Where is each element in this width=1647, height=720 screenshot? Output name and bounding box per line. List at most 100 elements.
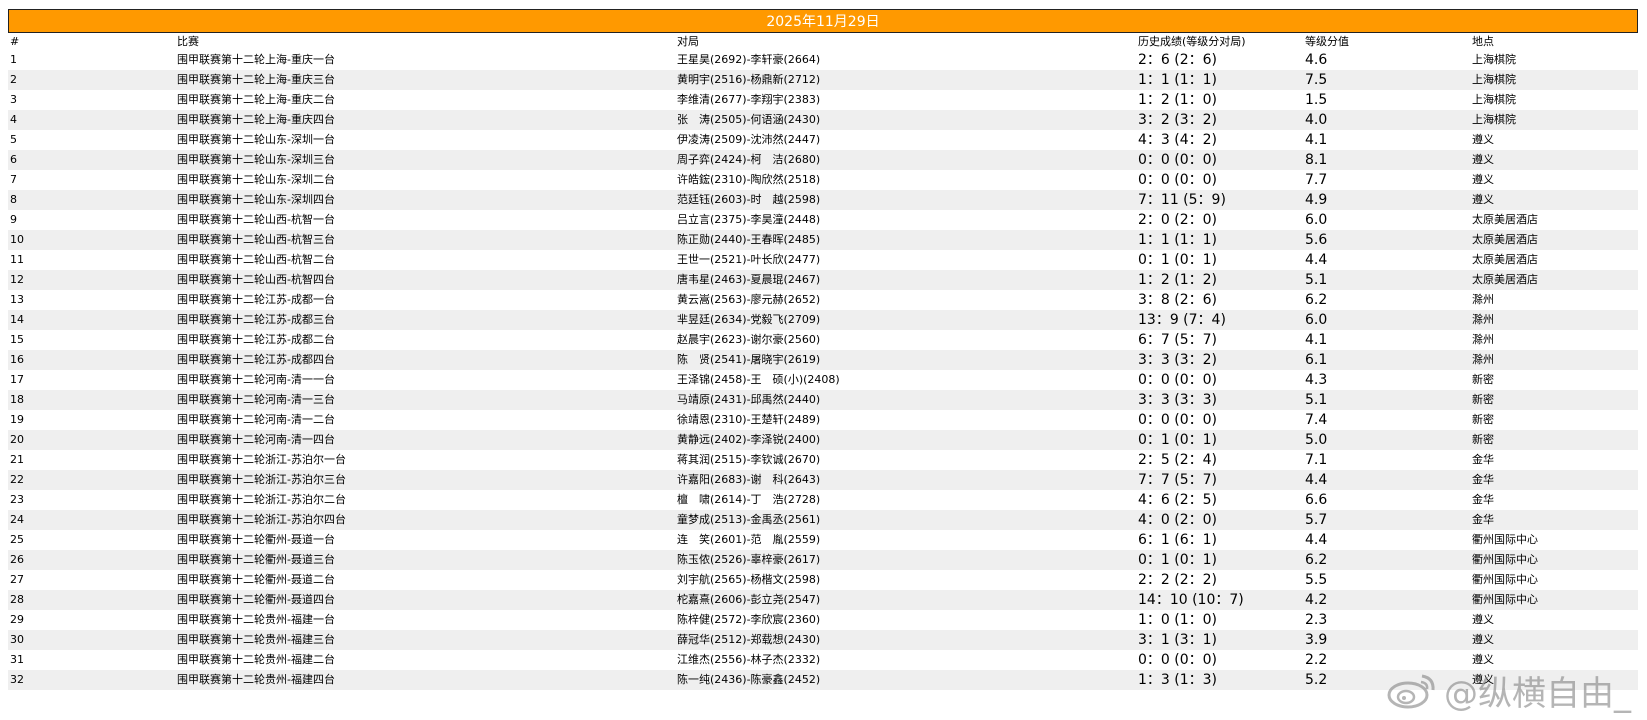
cell-location: 遵义 — [1470, 130, 1638, 150]
cell-location: 衢州国际中心 — [1470, 570, 1638, 590]
cell-num: 28 — [8, 590, 175, 610]
cell-num: 1 — [8, 50, 175, 70]
table-row: 12 围甲联赛第十二轮山西-杭智四台 唐韦星(2463)-夏晨琨(2467) 1：2 … — [8, 270, 1638, 290]
cell-match: 围甲联赛第十二轮上海-重庆三台 — [175, 70, 675, 90]
cell-diff: 7.5 — [1303, 70, 1470, 90]
cell-history: 1：0 (1：0) — [1136, 610, 1303, 630]
cell-location: 遵义 — [1470, 150, 1638, 170]
table-row: 25 围甲联赛第十二轮衢州-聂道一台连 笑(2601)-范 胤(2559) 6：1 … — [8, 530, 1638, 550]
cell-history: 4：6 (2：5) — [1136, 490, 1303, 510]
cell-num: 5 — [8, 130, 175, 150]
table-row: 18 围甲联赛第十二轮河南-清一三台 马靖原(2431)-邱禹然(2440) 3：3 … — [8, 390, 1638, 410]
cell-diff: 5.1 — [1303, 390, 1470, 410]
header-location: 地点 — [1470, 33, 1638, 50]
table-row: 29 围甲联赛第十二轮贵州-福建一台 陈梓健(2572)-李欣宸(2360) 1：0 … — [8, 610, 1638, 630]
table-row: 11 围甲联赛第十二轮山西-杭智二台 王世一(2521)-叶长欣(2477) 0：1 … — [8, 250, 1638, 270]
cell-match: 围甲联赛第十二轮山西-杭智四台 — [175, 270, 675, 290]
cell-history: 2：2 (2：2) — [1136, 570, 1303, 590]
cell-game: 柁嘉熹(2606)-彭立尧(2547) — [675, 590, 1136, 610]
table-row: 1 围甲联赛第十二轮上海-重庆一台 王星昊(2692)-李轩豪(2664) 2：6 (… — [8, 50, 1638, 70]
cell-diff: 5.1 — [1303, 270, 1470, 290]
cell-match: 围甲联赛第十二轮江苏-成都四台 — [175, 350, 675, 370]
cell-game: 薛冠华(2512)-郑载想(2430) — [675, 630, 1136, 650]
cell-history: 13：9 (7：4) — [1136, 310, 1303, 330]
table-row: 13 围甲联赛第十二轮江苏-成都一台 黄云嵩(2563)-廖元赫(2652) 3：8 … — [8, 290, 1638, 310]
cell-history: 2：0 (2：0) — [1136, 210, 1303, 230]
table-row: 17 围甲联赛第十二轮河南-清一一台 王泽锦(2458)-王 硕(小)(2408) 0… — [8, 370, 1638, 390]
cell-location: 金华 — [1470, 450, 1638, 470]
cell-history: 0：0 (0：0) — [1136, 410, 1303, 430]
cell-diff: 5.7 — [1303, 510, 1470, 530]
cell-location: 遵义 — [1470, 170, 1638, 190]
cell-location: 上海棋院 — [1470, 90, 1638, 110]
cell-diff: 4.1 — [1303, 130, 1470, 150]
cell-history: 0：1 (0：1) — [1136, 550, 1303, 570]
cell-num: 11 — [8, 250, 175, 270]
table-row: 20 围甲联赛第十二轮河南-清一四台 黄静远(2402)-李泽锐(2400) 0：1 … — [8, 430, 1638, 450]
cell-match: 围甲联赛第十二轮浙江-苏泊尔一台 — [175, 450, 675, 470]
cell-match: 围甲联赛第十二轮江苏-成都一台 — [175, 290, 675, 310]
cell-location: 新密 — [1470, 430, 1638, 450]
cell-match: 围甲联赛第十二轮上海-重庆四台 — [175, 110, 675, 130]
table-row: 6 围甲联赛第十二轮山东-深圳三台 周子弈(2424)-柯 洁(2680) 0：0 (… — [8, 150, 1638, 170]
cell-history: 0：1 (0：1) — [1136, 430, 1303, 450]
cell-num: 32 — [8, 670, 175, 690]
table-row: 7 围甲联赛第十二轮山东-深圳二台 许皓鋐(2310)-陶欣然(2518) 0：0 (… — [8, 170, 1638, 190]
cell-diff: 6.0 — [1303, 210, 1470, 230]
cell-game: 徐靖恩(2310)-王楚轩(2489) — [675, 410, 1136, 430]
cell-location: 太原美居酒店 — [1470, 250, 1638, 270]
cell-game: 童梦成(2513)-金禹丞(2561) — [675, 510, 1136, 530]
cell-diff: 5.2 — [1303, 670, 1470, 690]
cell-num: 4 — [8, 110, 175, 130]
cell-location: 金华 — [1470, 510, 1638, 530]
header-row: # 比赛 对局 历史成绩(等级分对局) 等级分值 地点 — [8, 33, 1638, 50]
cell-game: 张 涛(2505)-何语涵(2430) — [675, 110, 1136, 130]
cell-game: 刘宇航(2565)-杨楷文(2598) — [675, 570, 1136, 590]
cell-diff: 7.4 — [1303, 410, 1470, 430]
cell-location: 遵义 — [1470, 650, 1638, 670]
cell-num: 26 — [8, 550, 175, 570]
cell-game: 唐韦星(2463)-夏晨琨(2467) — [675, 270, 1136, 290]
cell-diff: 6.6 — [1303, 490, 1470, 510]
cell-match: 围甲联赛第十二轮衢州-聂道四台 — [175, 590, 675, 610]
cell-num: 12 — [8, 270, 175, 290]
cell-diff: 8.1 — [1303, 150, 1470, 170]
header-diff: 等级分值 — [1303, 33, 1470, 50]
cell-game: 芈昱廷(2634)-党毅飞(2709) — [675, 310, 1136, 330]
cell-match: 围甲联赛第十二轮浙江-苏泊尔四台 — [175, 510, 675, 530]
cell-diff: 6.2 — [1303, 290, 1470, 310]
cell-num: 27 — [8, 570, 175, 590]
cell-num: 8 — [8, 190, 175, 210]
cell-num: 21 — [8, 450, 175, 470]
cell-game: 许嘉阳(2683)-谢 科(2643) — [675, 470, 1136, 490]
table-row: 10 围甲联赛第十二轮山西-杭智三台 陈正勋(2440)-王春晖(2485) 1：1 … — [8, 230, 1638, 250]
cell-num: 9 — [8, 210, 175, 230]
cell-location: 衢州国际中心 — [1470, 530, 1638, 550]
cell-diff: 1.5 — [1303, 90, 1470, 110]
cell-match: 围甲联赛第十二轮河南-清一二台 — [175, 410, 675, 430]
cell-num: 22 — [8, 470, 175, 490]
cell-game: 连 笑(2601)-范 胤(2559) — [675, 530, 1136, 550]
cell-location: 上海棋院 — [1470, 110, 1638, 130]
cell-history: 7：11 (5：9) — [1136, 190, 1303, 210]
cell-num: 30 — [8, 630, 175, 650]
cell-num: 6 — [8, 150, 175, 170]
cell-match: 围甲联赛第十二轮贵州-福建二台 — [175, 650, 675, 670]
cell-match: 围甲联赛第十二轮衢州-聂道二台 — [175, 570, 675, 590]
cell-num: 17 — [8, 370, 175, 390]
table-row: 24 围甲联赛第十二轮浙江-苏泊尔四台 童梦成(2513)-金禹丞(2561) 4：0… — [8, 510, 1638, 530]
table-row: 16 围甲联赛第十二轮江苏-成都四台陈 贤(2541)-屠晓宇(2619) 3：3 … — [8, 350, 1638, 370]
cell-location: 金华 — [1470, 470, 1638, 490]
cell-history: 1：2 (1：2) — [1136, 270, 1303, 290]
cell-game: 吕立言(2375)-李昊潼(2448) — [675, 210, 1136, 230]
cell-history: 0：0 (0：0) — [1136, 650, 1303, 670]
table-row: 2 围甲联赛第十二轮上海-重庆三台 黄明宇(2516)-杨鼎新(2712) 1：1 (… — [8, 70, 1638, 90]
cell-history: 0：0 (0：0) — [1136, 170, 1303, 190]
cell-match: 围甲联赛第十二轮河南-清一一台 — [175, 370, 675, 390]
cell-diff: 4.4 — [1303, 250, 1470, 270]
cell-match: 围甲联赛第十二轮河南-清一四台 — [175, 430, 675, 450]
cell-match: 围甲联赛第十二轮衢州-聂道一台 — [175, 530, 675, 550]
cell-location: 新密 — [1470, 390, 1638, 410]
cell-location: 滁州 — [1470, 350, 1638, 370]
cell-game: 黄明宇(2516)-杨鼎新(2712) — [675, 70, 1136, 90]
